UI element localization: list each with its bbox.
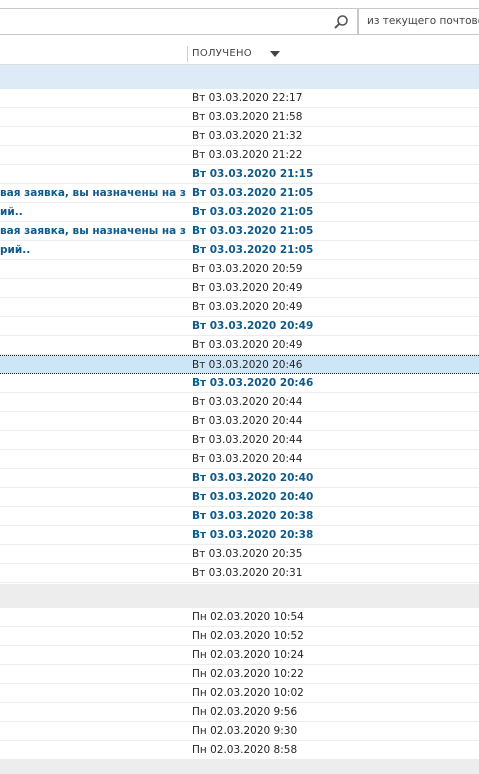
search-scope-dropdown[interactable]: из текущего почтово: [358, 8, 479, 35]
message-received-date: Вт 03.03.2020 21:32: [192, 130, 303, 142]
message-received-date: Пн 02.03.2020 9:56: [192, 706, 298, 718]
group-header-today[interactable]: [0, 65, 479, 89]
message-received-date: Пн 02.03.2020 9:30: [192, 725, 298, 737]
message-received-date: Пн 02.03.2020 10:22: [192, 668, 304, 680]
message-received-date: Вт 03.03.2020 20:38: [192, 529, 314, 541]
message-received-date: Вт 03.03.2020 20:46: [192, 377, 314, 389]
message-received-date: Пн 02.03.2020 10:02: [192, 687, 304, 699]
column-received-header[interactable]: ПОЛУЧЕНО: [192, 48, 252, 59]
message-received-date: Вт 03.03.2020 21:15: [192, 168, 314, 180]
message-received-date: Вт 03.03.2020 21:58: [192, 111, 303, 123]
message-row[interactable]: Вт 03.03.2020 21:58: [0, 108, 479, 127]
message-row[interactable]: вая заявка, вы назначены на зая... Вт 03.…: [0, 222, 479, 241]
message-row[interactable]: Вт 03.03.2020 20:40: [0, 488, 479, 507]
message-received-date: Пн 02.03.2020 10:52: [192, 630, 304, 642]
message-received-date: Вт 03.03.2020 20:38: [192, 510, 314, 522]
message-received-date: Вт 03.03.2020 20:40: [192, 491, 314, 503]
message-received-date: Вт 03.03.2020 20:49: [192, 320, 314, 332]
message-received-date: Вт 03.03.2020 21:05: [192, 225, 314, 237]
message-row[interactable]: Пн 02.03.2020 10:24: [0, 646, 479, 665]
column-separator[interactable]: [187, 46, 188, 62]
message-row[interactable]: Пн 02.03.2020 9:30: [0, 722, 479, 741]
message-row[interactable]: Пн 02.03.2020 8:58: [0, 741, 479, 760]
message-received-date: Вт 03.03.2020 20:49: [192, 339, 303, 351]
message-received-date: Пн 02.03.2020 8:58: [192, 744, 298, 756]
message-row[interactable]: Вт 03.03.2020 20:35: [0, 545, 479, 564]
message-row[interactable]: Пн 02.03.2020 10:22: [0, 665, 479, 684]
message-row[interactable]: Пн 02.03.2020 10:54: [0, 608, 479, 627]
message-row[interactable]: вая заявка, вы назначены на зая... Вт 03.…: [0, 184, 479, 203]
message-row[interactable]: Пн 02.03.2020 10:52: [0, 627, 479, 646]
message-received-date: Вт 03.03.2020 20:44: [192, 453, 303, 465]
message-row[interactable]: ий.. Вт 03.03.2020 21:05: [0, 203, 479, 222]
search-scope-label: из текущего почтово: [367, 15, 479, 27]
message-received-date: Вт 03.03.2020 20:35: [192, 548, 303, 560]
message-row[interactable]: Вт 03.03.2020 20:46: [0, 355, 479, 374]
message-received-date: Вт 03.03.2020 21:05: [192, 206, 314, 218]
message-received-date: Вт 03.03.2020 21:05: [192, 244, 314, 256]
message-subject: вая заявка, вы назначены на зая...: [0, 225, 186, 237]
message-row[interactable]: Вт 03.03.2020 22:17: [0, 89, 479, 108]
message-row[interactable]: Вт 03.03.2020 21:15: [0, 165, 479, 184]
message-row[interactable]: Вт 03.03.2020 20:44: [0, 431, 479, 450]
message-received-date: Вт 03.03.2020 20:59: [192, 263, 303, 275]
message-row[interactable]: Вт 03.03.2020 20:49: [0, 317, 479, 336]
message-received-date: Вт 03.03.2020 20:31: [192, 567, 303, 579]
message-row[interactable]: Вт 03.03.2020 20:59: [0, 260, 479, 279]
message-received-date: Вт 03.03.2020 20:40: [192, 472, 314, 484]
message-row[interactable]: Пн 02.03.2020 10:02: [0, 684, 479, 703]
message-row[interactable]: рий.. Вт 03.03.2020 21:05: [0, 241, 479, 260]
message-row[interactable]: Вт 03.03.2020 20:40: [0, 469, 479, 488]
message-received-date: Вт 03.03.2020 20:44: [192, 434, 303, 446]
message-row[interactable]: Вт 03.03.2020 20:44: [0, 412, 479, 431]
message-subject: ий..: [0, 206, 23, 218]
message-subject: рий..: [0, 244, 31, 256]
message-row[interactable]: Вт 03.03.2020 21:22: [0, 146, 479, 165]
message-received-date: Пн 02.03.2020 10:24: [192, 649, 304, 661]
message-received-date: Вт 03.03.2020 22:17: [192, 92, 303, 104]
message-received-date: Пн 02.03.2020 10:54: [192, 611, 304, 623]
message-row[interactable]: Вт 03.03.2020 20:49: [0, 336, 479, 355]
message-received-date: Вт 03.03.2020 20:44: [192, 415, 303, 427]
message-list-group2: Пн 02.03.2020 10:54 Пн 02.03.2020 10:52 Пн…: [0, 608, 479, 760]
search-bar: из текущего почтово: [0, 0, 479, 38]
message-row[interactable]: Вт 03.03.2020 20:44: [0, 450, 479, 469]
message-row[interactable]: Вт 03.03.2020 20:44: [0, 393, 479, 412]
message-received-date: Вт 03.03.2020 20:44: [192, 396, 303, 408]
column-header: ПОЛУЧЕНО: [0, 44, 479, 65]
message-row[interactable]: Вт 03.03.2020 20:38: [0, 526, 479, 545]
message-row[interactable]: Вт 03.03.2020 20:38: [0, 507, 479, 526]
message-received-date: Вт 03.03.2020 20:49: [192, 282, 303, 294]
message-row[interactable]: Вт 03.03.2020 20:46: [0, 374, 479, 393]
group-header-older[interactable]: [0, 760, 479, 774]
sort-descending-icon[interactable]: [270, 51, 280, 57]
group-header-yesterday[interactable]: [0, 584, 479, 608]
message-subject: вая заявка, вы назначены на зая...: [0, 187, 186, 199]
message-row[interactable]: Вт 03.03.2020 20:49: [0, 298, 479, 317]
search-icon[interactable]: [333, 14, 349, 30]
message-row[interactable]: Вт 03.03.2020 20:49: [0, 279, 479, 298]
message-row[interactable]: Вт 03.03.2020 20:31: [0, 564, 479, 583]
message-received-date: Вт 03.03.2020 20:46: [192, 359, 303, 371]
message-list-group1: Вт 03.03.2020 22:17 Вт 03.03.2020 21:58 Вт…: [0, 89, 479, 583]
message-received-date: Вт 03.03.2020 20:49: [192, 301, 303, 313]
message-row[interactable]: Вт 03.03.2020 21:32: [0, 127, 479, 146]
message-row[interactable]: Пн 02.03.2020 9:56: [0, 703, 479, 722]
message-received-date: Вт 03.03.2020 21:22: [192, 149, 303, 161]
message-received-date: Вт 03.03.2020 21:05: [192, 187, 314, 199]
search-input[interactable]: [0, 8, 358, 35]
